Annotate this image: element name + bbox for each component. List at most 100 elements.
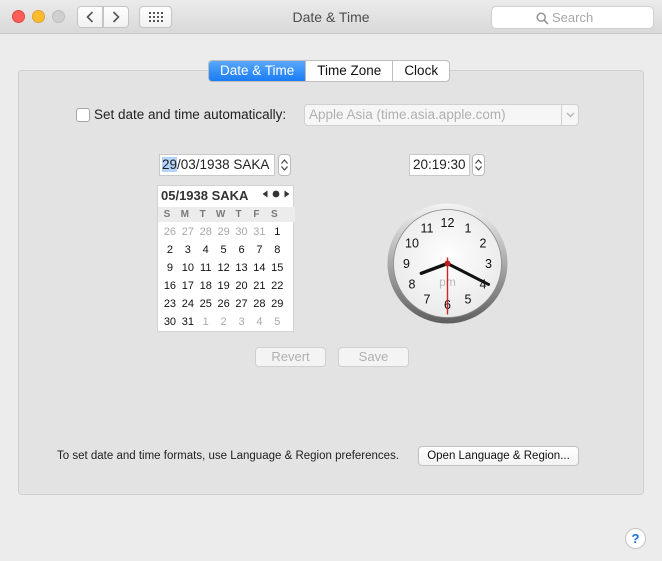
calendar-day[interactable]: 18 bbox=[197, 280, 215, 292]
calendar-day[interactable]: 29 bbox=[215, 226, 233, 238]
tab-bar: Date & Time Time Zone Clock bbox=[208, 60, 451, 82]
auto-time-row: Set date and time automatically: bbox=[76, 107, 286, 122]
calendar-day[interactable]: 5 bbox=[268, 316, 286, 328]
calendar-day[interactable]: 23 bbox=[161, 298, 179, 310]
stepper-up-icon bbox=[281, 159, 288, 164]
help-button[interactable]: ? bbox=[625, 528, 646, 549]
save-button[interactable]: Save bbox=[338, 347, 409, 367]
clock-number: 12 bbox=[441, 216, 455, 230]
calendar-day[interactable]: 29 bbox=[268, 298, 286, 310]
date-field[interactable]: 29/03/1938 SAKA bbox=[159, 154, 275, 176]
previous-month-icon[interactable] bbox=[262, 190, 268, 198]
today-dot-icon[interactable] bbox=[272, 190, 280, 198]
calendar-day[interactable]: 11 bbox=[197, 262, 215, 274]
calendar-day[interactable]: 26 bbox=[215, 298, 233, 310]
weekday-label: T bbox=[235, 209, 242, 220]
calendar-day[interactable]: 31 bbox=[179, 316, 197, 328]
calendar-day[interactable]: 26 bbox=[161, 226, 179, 238]
calendar-day[interactable]: 7 bbox=[250, 244, 268, 256]
calendar-day[interactable]: 2 bbox=[161, 244, 179, 256]
weekday-label: W bbox=[215, 209, 226, 220]
calendar-day[interactable]: 27 bbox=[233, 298, 251, 310]
clock-center-pin bbox=[444, 260, 451, 267]
calendar-day[interactable]: 12 bbox=[215, 262, 233, 274]
calendar-day[interactable]: 28 bbox=[197, 226, 215, 238]
open-language-region-button[interactable]: Open Language & Region... bbox=[418, 446, 579, 466]
calendar-week-row: 30 31 1 2 3 4 5 bbox=[161, 313, 292, 331]
time-field[interactable]: 20:19:30 bbox=[409, 154, 470, 176]
calendar-day[interactable]: 8 bbox=[268, 244, 286, 256]
calendar-month-title: 05/1938 SAKA bbox=[161, 188, 249, 203]
clock-number: 7 bbox=[424, 293, 431, 307]
calendar-day[interactable]: 6 bbox=[233, 244, 251, 256]
calendar-day[interactable]: 19 bbox=[215, 280, 233, 292]
formats-note: To set date and time formats, use Langua… bbox=[57, 450, 400, 462]
calendar-day[interactable]: 22 bbox=[268, 280, 286, 292]
calendar-day[interactable]: 5 bbox=[215, 244, 233, 256]
calendar-day[interactable]: 1 bbox=[197, 316, 215, 328]
clock-number: 2 bbox=[480, 237, 487, 251]
calendar-day[interactable]: 20 bbox=[233, 280, 251, 292]
date-rest-segment[interactable]: /03/1938 SAKA bbox=[177, 157, 269, 172]
calendar-day[interactable]: 3 bbox=[233, 316, 251, 328]
calendar-week-row: 16 17 18 19 20 21 22 bbox=[161, 277, 292, 295]
weekday-label: F bbox=[253, 209, 260, 220]
calendar-day[interactable]: 2 bbox=[215, 316, 233, 328]
search-input[interactable]: Search bbox=[491, 6, 654, 29]
weekday-label: S bbox=[163, 209, 171, 220]
calendar-day[interactable]: 30 bbox=[233, 226, 251, 238]
tab-clock[interactable]: Clock bbox=[393, 61, 449, 81]
calendar-day[interactable]: 25 bbox=[197, 298, 215, 310]
auto-time-checkbox[interactable] bbox=[76, 107, 90, 122]
chevron-down-icon bbox=[561, 105, 578, 125]
stepper-up-icon bbox=[475, 159, 482, 164]
clock-number: 1 bbox=[465, 222, 472, 236]
clock-number: 5 bbox=[465, 293, 472, 307]
calendar-day[interactable]: 16 bbox=[161, 280, 179, 292]
calendar-day[interactable]: 1 bbox=[268, 226, 286, 238]
tab-time-zone[interactable]: Time Zone bbox=[306, 61, 394, 81]
calendar-day[interactable]: 3 bbox=[179, 244, 197, 256]
calendar-week-row: 2345678 bbox=[161, 241, 292, 259]
search-icon bbox=[536, 12, 549, 25]
calendar-day[interactable]: 4 bbox=[197, 244, 215, 256]
next-month-icon[interactable] bbox=[284, 190, 290, 198]
calendar-week-row: 26 27 28 29 30 31 1 bbox=[161, 223, 292, 241]
clock-number: 9 bbox=[403, 257, 410, 271]
calendar-day[interactable]: 31 bbox=[250, 226, 268, 238]
time-server-select: Apple Asia (time.asia.apple.com) bbox=[304, 104, 579, 126]
clock-number: 10 bbox=[405, 237, 419, 251]
calendar-day[interactable]: 24 bbox=[179, 298, 197, 310]
time-stepper[interactable] bbox=[472, 154, 485, 176]
calendar-day[interactable]: 10 bbox=[179, 262, 197, 274]
calendar-day[interactable]: 15 bbox=[268, 262, 286, 274]
title-bar: Date & Time Search bbox=[0, 0, 662, 34]
tab-date-time[interactable]: Date & Time bbox=[209, 61, 307, 81]
calendar-weekday-header: S M T W T F S bbox=[158, 207, 295, 222]
auto-time-label: Set date and time automatically: bbox=[94, 107, 287, 122]
content-panel bbox=[18, 70, 644, 495]
calendar-day[interactable]: 17 bbox=[179, 280, 197, 292]
calendar-week-row: 23 24 25 26 27 28 29 bbox=[161, 295, 292, 313]
calendar: 05/1938 SAKA S M T W T F S 26 27 28 29 30 31 1… bbox=[157, 185, 295, 332]
calendar-day[interactable]: 21 bbox=[250, 280, 268, 292]
analog-clock: 121234567891011 pm bbox=[387, 203, 508, 324]
calendar-day[interactable]: 27 bbox=[179, 226, 197, 238]
calendar-nav bbox=[262, 190, 290, 198]
calendar-day[interactable]: 30 bbox=[161, 316, 179, 328]
revert-button[interactable]: Revert bbox=[255, 347, 326, 367]
calendar-day[interactable]: 13 bbox=[233, 262, 251, 274]
calendar-week-row: 9 10 11 12 13 14 15 bbox=[161, 259, 292, 277]
weekday-label: T bbox=[199, 209, 206, 220]
calendar-day[interactable]: 4 bbox=[250, 316, 268, 328]
clock-number: 11 bbox=[421, 222, 434, 236]
weekday-label: S bbox=[270, 209, 278, 220]
calendar-day[interactable]: 28 bbox=[250, 298, 268, 310]
date-day-segment[interactable]: 29 bbox=[162, 157, 178, 172]
clock-number: 3 bbox=[485, 257, 492, 271]
calendar-day[interactable]: 9 bbox=[161, 262, 179, 274]
stepper-down-icon bbox=[281, 166, 288, 171]
calendar-day[interactable]: 14 bbox=[250, 262, 268, 274]
date-stepper[interactable] bbox=[278, 154, 291, 176]
stepper-down-icon bbox=[475, 166, 482, 171]
